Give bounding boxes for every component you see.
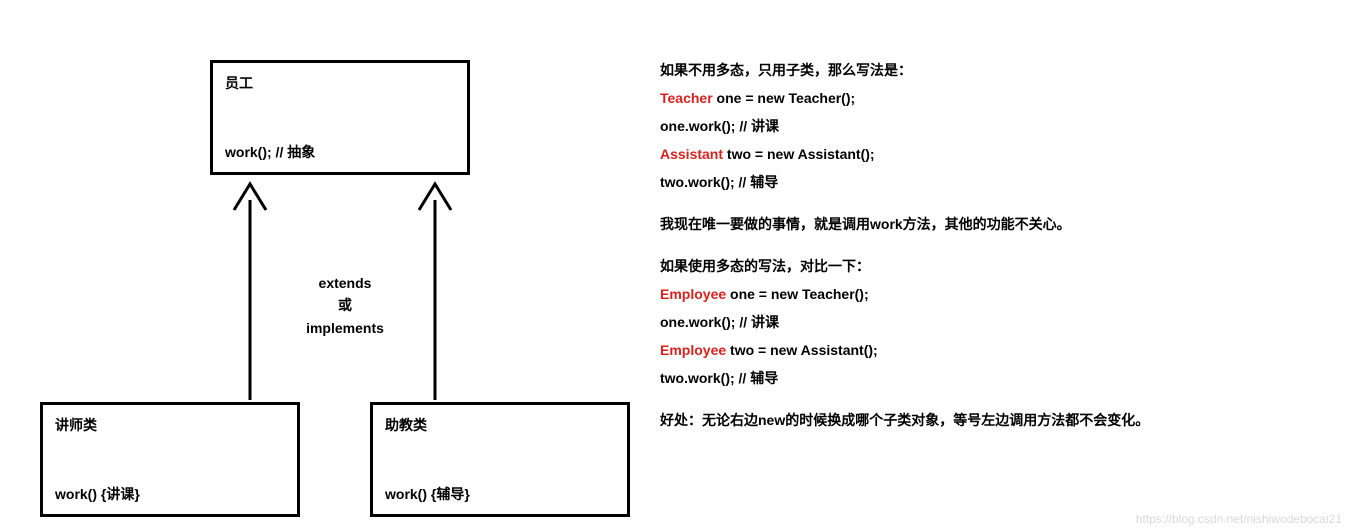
spacer <box>660 392 1340 406</box>
class-method: work() {讲课} <box>55 484 285 504</box>
spacer <box>660 196 1340 210</box>
text-line: Employee two = new Assistant(); <box>660 336 1340 364</box>
class-box-teacher: 讲师类 work() {讲课} <box>40 402 300 517</box>
inheritance-arrow-right <box>415 180 455 400</box>
keyword-employee: Employee <box>660 342 726 358</box>
text-line: 我现在唯一要做的事情，就是调用work方法，其他的功能不关心。 <box>660 210 1340 238</box>
class-box-employee: 员工 work(); // 抽象 <box>210 60 470 175</box>
code-text: one = new Teacher(); <box>713 90 856 106</box>
text-line: 如果不用多态，只用子类，那么写法是： <box>660 56 1340 84</box>
text-line: 如果使用多态的写法，对比一下： <box>660 252 1340 280</box>
text-line: two.work(); // 辅导 <box>660 168 1340 196</box>
code-text: one = new Teacher(); <box>726 286 869 302</box>
watermark: https://blog.csdn.net/nishiwodebocai21 <box>1136 512 1342 526</box>
class-method: work() {辅导} <box>385 484 615 504</box>
class-title: 讲师类 <box>55 415 285 435</box>
relation-extends: extends <box>280 272 410 294</box>
spacer <box>660 238 1340 252</box>
class-method: work(); // 抽象 <box>225 142 455 162</box>
text-line: one.work(); // 讲课 <box>660 308 1340 336</box>
code-text: two = new Assistant(); <box>723 146 875 162</box>
class-title: 员工 <box>225 73 455 93</box>
text-line: Employee one = new Teacher(); <box>660 280 1340 308</box>
relation-or: 或 <box>280 294 410 316</box>
keyword-teacher: Teacher <box>660 90 713 106</box>
keyword-employee: Employee <box>660 286 726 302</box>
text-line: 好处：无论右边new的时候换成哪个子类对象，等号左边调用方法都不会变化。 <box>660 406 1340 434</box>
class-box-assistant: 助教类 work() {辅导} <box>370 402 630 517</box>
code-text: two = new Assistant(); <box>726 342 878 358</box>
keyword-assistant: Assistant <box>660 146 723 162</box>
text-line: one.work(); // 讲课 <box>660 112 1340 140</box>
text-line: two.work(); // 辅导 <box>660 364 1340 392</box>
inheritance-arrow-left <box>230 180 270 400</box>
explanation-text: 如果不用多态，只用子类，那么写法是： Teacher one = new Tea… <box>660 56 1340 434</box>
relation-label: extends 或 implements <box>280 272 410 339</box>
relation-implements: implements <box>280 317 410 339</box>
text-line: Assistant two = new Assistant(); <box>660 140 1340 168</box>
class-title: 助教类 <box>385 415 615 435</box>
text-line: Teacher one = new Teacher(); <box>660 84 1340 112</box>
